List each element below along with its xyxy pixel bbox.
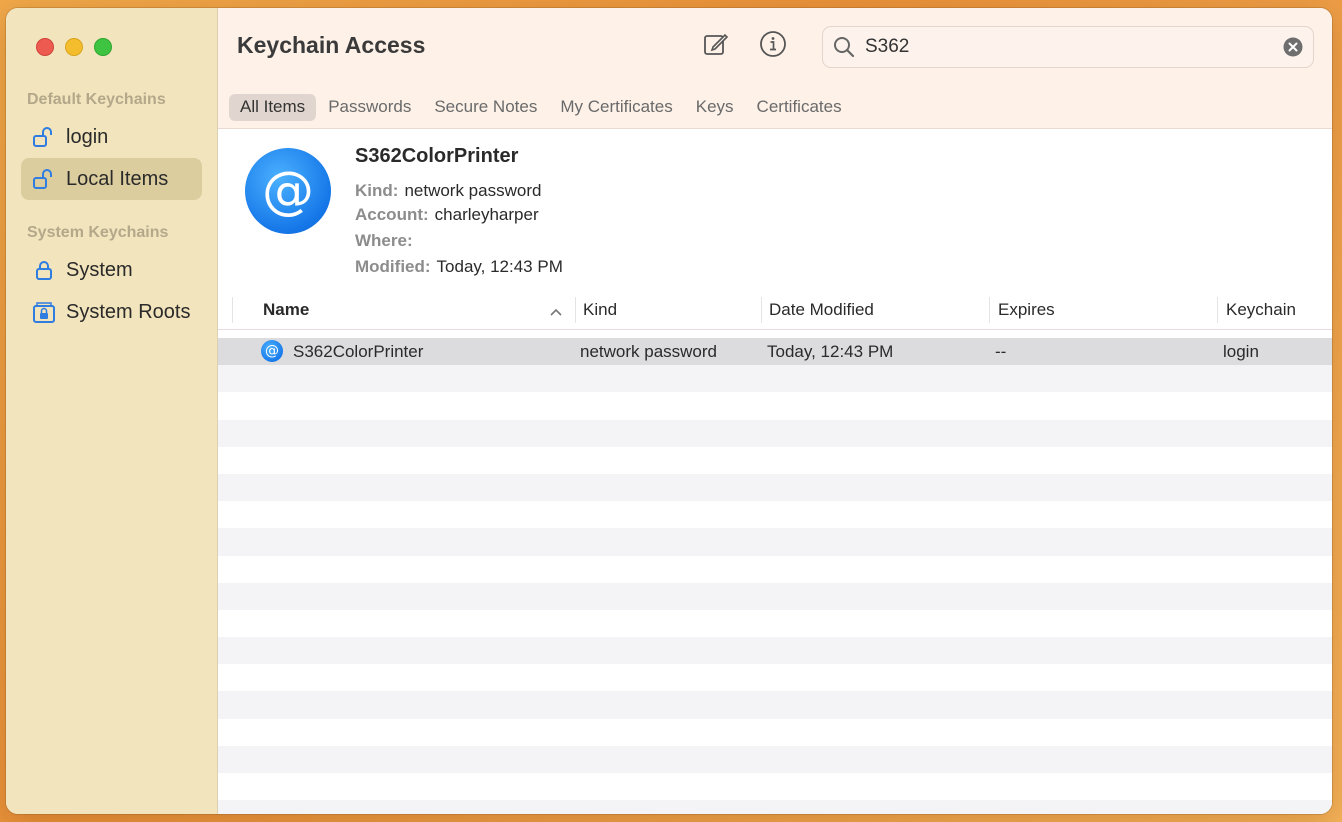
window-title: Keychain Access <box>237 32 426 58</box>
sidebar-item-system[interactable]: System <box>21 249 202 291</box>
empty-row <box>218 556 1332 583</box>
empty-row <box>218 637 1332 665</box>
new-item-button[interactable] <box>701 31 731 61</box>
column-header-kind[interactable]: Kind <box>583 300 617 320</box>
unlock-icon <box>33 167 55 191</box>
items-table: Name Kind Date Modified Expires Keychain… <box>218 292 1332 814</box>
clear-search-icon[interactable] <box>1283 37 1303 57</box>
toolbar: Keychain Access All Items Passwords Secu… <box>218 8 1332 129</box>
tab-my-certificates[interactable]: My Certificates <box>549 94 683 121</box>
empty-row <box>218 447 1332 474</box>
column-divider <box>232 297 233 323</box>
tab-keys[interactable]: Keys <box>685 94 745 121</box>
table-row[interactable]: @ S362ColorPrinter network password Toda… <box>218 338 1332 366</box>
default-keychains-heading: Default Keychains <box>27 91 166 108</box>
sidebar-item-system-roots[interactable]: System Roots <box>21 291 202 333</box>
detail-modified-label: Modified: <box>355 257 431 276</box>
column-divider[interactable] <box>761 297 762 323</box>
zoom-window-button[interactable] <box>94 38 112 56</box>
empty-row <box>218 745 1332 773</box>
empty-row <box>218 528 1332 556</box>
detail-kind-row: Kind: network password <box>355 181 541 201</box>
table-header: Name Kind Date Modified Expires Keychain <box>218 292 1332 330</box>
minimize-window-button[interactable] <box>65 38 83 56</box>
column-header-expires[interactable]: Expires <box>998 300 1055 320</box>
lock-box-icon <box>33 300 55 324</box>
tab-all-items[interactable]: All Items <box>229 94 317 121</box>
lock-icon <box>33 258 55 282</box>
sidebar-item-label: System Roots <box>66 300 191 323</box>
unlock-icon <box>33 125 55 149</box>
empty-row <box>218 419 1332 447</box>
detail-modified-value: Today, 12:43 PM <box>436 257 563 276</box>
compose-icon <box>703 31 729 62</box>
cell-kind: network password <box>580 342 718 361</box>
info-icon <box>759 30 787 63</box>
detail-modified-row: Modified: Today, 12:43 PM <box>355 257 563 277</box>
empty-row <box>218 501 1332 528</box>
cell-date-modified: Today, 12:43 PM <box>767 342 894 361</box>
empty-row <box>218 610 1332 637</box>
column-divider[interactable] <box>1217 297 1218 323</box>
cell-name: S362ColorPrinter <box>293 342 424 361</box>
item-detail-panel: @ S362ColorPrinter Kind: network password… <box>218 129 1332 292</box>
column-header-keychain[interactable]: Keychain <box>1226 300 1296 320</box>
empty-row <box>218 800 1332 814</box>
detail-where-row: Where: <box>355 231 419 251</box>
detail-account-row: Account: charleyharper <box>355 205 539 225</box>
column-header-date-modified[interactable]: Date Modified <box>769 300 874 320</box>
column-header-name[interactable]: Name <box>263 300 309 320</box>
empty-row <box>218 365 1332 393</box>
empty-row <box>218 691 1332 719</box>
column-divider[interactable] <box>575 297 576 323</box>
keychain-window: Default Keychains login Local Items Syst… <box>6 8 1332 814</box>
close-window-button[interactable] <box>36 38 54 56</box>
detail-account-value: charleyharper <box>434 205 539 224</box>
info-button[interactable] <box>758 30 788 63</box>
detail-kind-label: Kind: <box>355 181 399 200</box>
sidebar-item-local-items[interactable]: Local Items <box>21 158 202 200</box>
sidebar: Default Keychains login Local Items Syst… <box>6 8 218 814</box>
detail-item-name: S362ColorPrinter <box>355 145 519 167</box>
tab-secure-notes[interactable]: Secure Notes <box>423 94 548 121</box>
window-controls <box>36 38 112 56</box>
empty-row <box>218 773 1332 800</box>
empty-row <box>218 664 1332 691</box>
system-keychains-heading: System Keychains <box>27 224 169 241</box>
category-tabs: All Items Passwords Secure Notes My Cert… <box>229 94 854 121</box>
network-password-icon: @ <box>261 340 283 362</box>
search-input[interactable] <box>865 36 1283 58</box>
detail-account-label: Account: <box>355 205 429 224</box>
tab-passwords[interactable]: Passwords <box>317 94 422 121</box>
network-password-icon: @ <box>245 148 331 234</box>
sidebar-item-label: login <box>66 125 109 148</box>
empty-row <box>218 582 1332 610</box>
sidebar-item-label: Local Items <box>66 167 169 190</box>
search-icon <box>833 36 855 58</box>
search-field[interactable] <box>822 26 1314 68</box>
detail-kind-value: network password <box>404 181 542 200</box>
detail-where-label: Where: <box>355 231 413 250</box>
table-body: @ S362ColorPrinter network password Toda… <box>218 338 1332 814</box>
cell-keychain: login <box>1223 342 1259 361</box>
tab-certificates[interactable]: Certificates <box>746 94 853 121</box>
cell-expires: -- <box>995 342 1007 361</box>
empty-row <box>218 392 1332 419</box>
empty-row <box>218 719 1332 746</box>
sidebar-item-login[interactable]: login <box>21 116 202 158</box>
sort-ascending-icon[interactable] <box>549 302 563 322</box>
sidebar-item-label: System <box>66 258 133 281</box>
column-divider[interactable] <box>989 297 990 323</box>
empty-row <box>218 473 1332 502</box>
